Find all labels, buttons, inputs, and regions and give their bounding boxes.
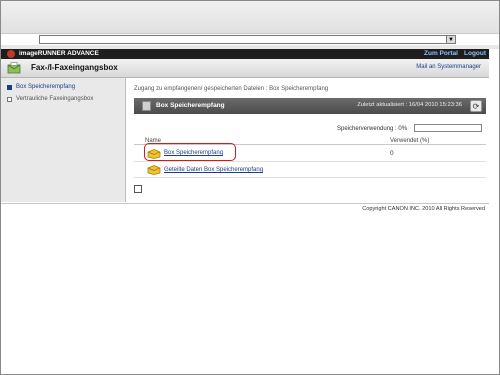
canon-logo-icon — [7, 50, 15, 58]
sidebar-item-box-speicherempfang[interactable]: Box Speicherempfang — [7, 84, 75, 90]
copyright-text: Copyright CANON INC. 2010 All Rights Res… — [362, 206, 485, 212]
panel-header: Box Speicherempfang Zuletzt aktualisiert… — [134, 98, 486, 114]
sidebar-item-label: Vertrauliche Faxeingangsbox — [16, 96, 94, 102]
address-bar[interactable] — [39, 35, 456, 44]
address-dropdown-button[interactable]: ▼ — [446, 35, 456, 44]
panel-title: Box Speicherempfang — [156, 102, 225, 109]
usage-bar — [414, 124, 482, 132]
brand-title: imageRUNNER ADVANCE — [19, 50, 99, 57]
main-content: Zugang zu empfangenen/ gespeicherten Dat… — [126, 78, 488, 202]
refresh-icon: ⟳ — [472, 101, 480, 111]
sidebar: Box Speicherempfang Vertrauliche Faxeing… — [1, 78, 126, 202]
sidebar-item-label: Box Speicherempfang — [16, 84, 76, 90]
usage-label: Speicherverwendung : 0% — [337, 126, 408, 132]
breadcrumb: Zugang zu empfangenen/ gespeicherten Dat… — [134, 86, 329, 92]
refresh-button[interactable]: ⟳ — [470, 100, 482, 112]
browser-toolbar — [1, 1, 499, 34]
last-updated-text: Zuletzt aktualisiert : 16/04 2010 15:23:… — [357, 102, 462, 108]
bullet-icon — [7, 84, 12, 90]
sidebar-item-vertrauliche-faxeingangsbox[interactable]: Vertrauliche Faxeingangsbox — [7, 96, 93, 102]
brand-bar: imageRUNNER ADVANCE Zum Portal Logout — [1, 49, 489, 59]
app-title: Fax-/I-Faxeingangsbox — [31, 63, 118, 72]
row-divider — [134, 161, 486, 162]
row-used-value: 0 — [390, 150, 394, 157]
footer-divider — [1, 203, 489, 204]
fax-inbox-icon — [7, 62, 21, 74]
bullet-icon — [7, 96, 12, 102]
selection-highlight — [144, 143, 236, 161]
mail-system-manager-link[interactable]: Mail an Systemmanager — [416, 64, 481, 70]
geteilte-daten-link[interactable]: Geteilte Daten Box Speicherempfang — [164, 167, 263, 173]
folder-box-icon — [147, 165, 161, 175]
logout-link[interactable]: Logout — [464, 50, 486, 57]
print-icon[interactable] — [134, 185, 142, 193]
app-title-bar: Fax-/I-Faxeingangsbox Mail an Systemmana… — [1, 59, 489, 78]
box-icon — [142, 101, 151, 111]
dropdown-arrow-icon: ▼ — [448, 36, 454, 43]
row-divider — [134, 177, 486, 178]
portal-link[interactable]: Zum Portal — [424, 50, 458, 57]
